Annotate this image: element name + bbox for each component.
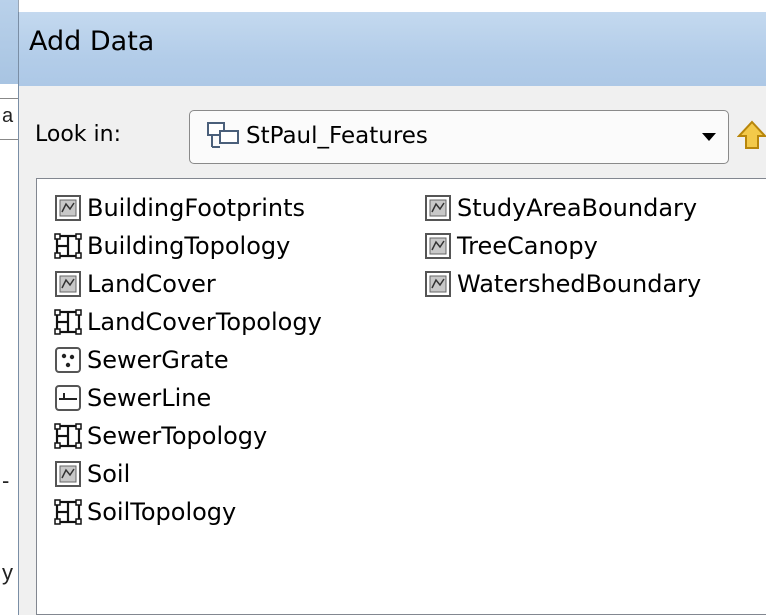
background-window: a - y — [0, 0, 19, 615]
add-data-dialog: Add Data Look in: StPaul_Features Buildi… — [18, 12, 766, 615]
list-item[interactable]: SewerGrate — [53, 341, 322, 379]
look-in-value: StPaul_Features — [246, 123, 428, 149]
background-text-fragment: a — [2, 105, 14, 127]
list-item[interactable]: SoilTopology — [53, 493, 322, 531]
up-one-level-icon[interactable] — [737, 114, 766, 158]
list-item-label: LandCover — [87, 270, 216, 298]
list-item-label: BuildingTopology — [87, 232, 291, 260]
list-item-label: StudyAreaBoundary — [457, 194, 698, 222]
list-item[interactable]: LandCoverTopology — [53, 303, 322, 341]
list-item[interactable]: SewerLine — [53, 379, 322, 417]
list-item[interactable]: WatershedBoundary — [423, 265, 701, 303]
list-item[interactable]: SewerTopology — [53, 417, 322, 455]
dialog-body: Look in: StPaul_Features BuildingFootpri… — [19, 86, 766, 615]
polygon-feature-class-icon — [55, 195, 81, 221]
chevron-down-icon[interactable] — [702, 133, 716, 141]
list-item-label: SoilTopology — [87, 498, 237, 526]
dialog-titlebar[interactable]: Add Data — [19, 12, 766, 86]
list-item[interactable]: BuildingFootprints — [53, 189, 322, 227]
list-item[interactable]: BuildingTopology — [53, 227, 322, 265]
background-text-fragment: y — [2, 560, 13, 585]
polygon-feature-class-icon — [425, 233, 451, 259]
list-item[interactable]: LandCover — [53, 265, 322, 303]
list-item-label: WatershedBoundary — [457, 270, 702, 298]
feature-dataset-icon — [207, 122, 239, 148]
look-in-dropdown[interactable]: StPaul_Features — [189, 110, 729, 164]
line-feature-class-icon — [55, 385, 81, 411]
background-window-tab[interactable]: a — [0, 98, 18, 140]
list-item-label: SewerLine — [87, 384, 212, 412]
point-feature-class-icon — [55, 347, 81, 373]
background-window-titlebar — [0, 0, 18, 84]
polygon-feature-class-icon — [425, 195, 451, 221]
background-text-fragment: - — [2, 468, 10, 493]
polygon-feature-class-icon — [55, 461, 81, 487]
list-item[interactable]: StudyAreaBoundary — [423, 189, 701, 227]
topology-icon — [54, 309, 82, 335]
contents-list[interactable]: BuildingFootprints BuildingTopology LandCo… — [36, 178, 766, 615]
list-item-label: SewerTopology — [87, 422, 268, 450]
list-item-label: BuildingFootprints — [87, 194, 305, 222]
dialog-title: Add Data — [29, 26, 155, 57]
topology-icon — [54, 499, 82, 525]
list-column-1: BuildingFootprints BuildingTopology LandCo… — [53, 189, 322, 531]
list-item-label: LandCoverTopology — [87, 308, 322, 336]
list-item[interactable]: Soil — [53, 455, 322, 493]
polygon-feature-class-icon — [425, 271, 451, 297]
list-item-label: TreeCanopy — [457, 232, 598, 260]
topology-icon — [54, 233, 82, 259]
polygon-feature-class-icon — [55, 271, 81, 297]
list-item[interactable]: TreeCanopy — [423, 227, 701, 265]
look-in-label: Look in: — [35, 122, 121, 147]
topology-icon — [54, 423, 82, 449]
list-item-label: Soil — [87, 460, 131, 488]
list-item-label: SewerGrate — [87, 346, 229, 374]
list-column-2: StudyAreaBoundary TreeCanopy WatershedBoun… — [423, 189, 701, 303]
